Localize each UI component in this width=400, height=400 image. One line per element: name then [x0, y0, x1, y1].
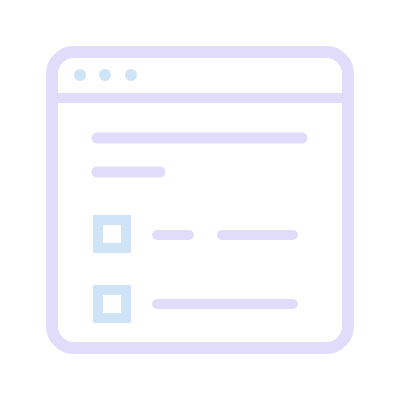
icon-canvas: [0, 0, 400, 400]
window-dot-2: [99, 69, 111, 81]
browser-window-checklist-icon: [46, 46, 354, 354]
window-dot-1: [74, 69, 86, 81]
checkbox-1-icon: [93, 215, 131, 253]
window-dot-3: [125, 69, 137, 81]
checkbox-2-icon: [93, 285, 131, 323]
